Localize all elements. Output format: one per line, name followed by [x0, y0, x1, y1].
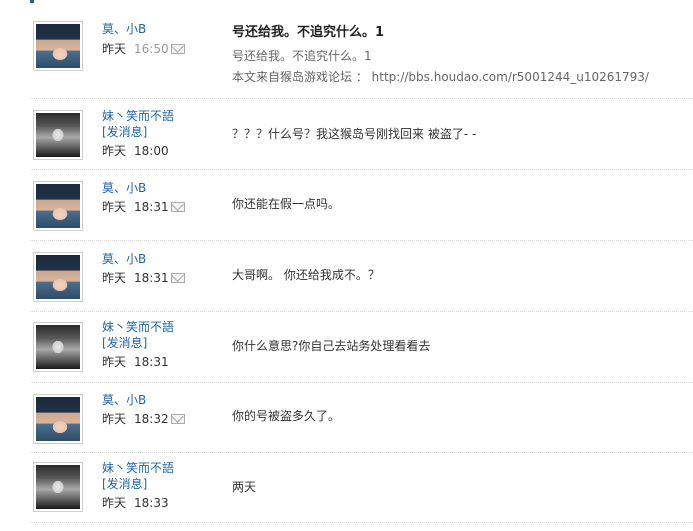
post-clock: 16:50 — [134, 42, 169, 56]
post-clock: 18:31 — [134, 271, 169, 285]
top-strip — [0, 0, 693, 6]
author-link[interactable]: 妹丶笑而不語 — [102, 319, 174, 335]
author-link[interactable]: 妹丶笑而不語 — [102, 108, 174, 124]
top-mark — [30, 0, 34, 3]
post-time: 昨天 18:00 — [102, 143, 169, 159]
post-clock: 18:00 — [134, 144, 169, 158]
post-item: 莫、小B 昨天 18:31 大哥啊。 你还给我成不。？ — [30, 241, 693, 312]
post-item: 莫、小B 昨天 18:31 你还能在假一点吗。 — [30, 170, 693, 241]
author-link[interactable]: 莫、小B — [102, 392, 146, 408]
send-message-link[interactable]: [发消息] — [102, 335, 147, 351]
post-body: ？？？什么号？我这猴岛号刚找回来 被盗了- - — [232, 127, 477, 141]
post-item: 莫、小B 昨天 16:50 号还给我。不追究什么。1 号还给我。不追究什么。1 本… — [30, 11, 693, 99]
source-url[interactable]: http://bbs.houdao.com/r5001244_u10261793… — [372, 70, 649, 84]
post-body: 你还能在假一点吗。 — [232, 197, 341, 211]
envelope-icon[interactable] — [171, 414, 185, 424]
post-day: 昨天 — [102, 144, 127, 158]
post-body: 你什么意思?你自己去站务处理看看去 — [232, 339, 431, 353]
post-clock: 18:32 — [134, 412, 169, 426]
post-clock: 18:33 — [134, 496, 169, 510]
author-link[interactable]: 莫、小B — [102, 21, 146, 37]
post-time: 昨天 18:31 — [102, 270, 169, 286]
avatar[interactable] — [33, 322, 83, 372]
post-day: 昨天 — [102, 271, 127, 285]
post-clock: 18:31 — [134, 355, 169, 369]
post-day: 昨天 — [102, 355, 127, 369]
avatar[interactable] — [33, 462, 83, 512]
avatar[interactable] — [33, 181, 83, 231]
avatar[interactable] — [33, 110, 83, 160]
post-time: 昨天 18:33 — [102, 495, 169, 511]
post-body: 大哥啊。 你还给我成不。？ — [232, 268, 380, 282]
author-link[interactable]: 莫、小B — [102, 251, 146, 267]
send-message-link[interactable]: [发消息] — [102, 476, 147, 492]
post-title: 号还给我。不追究什么。1 — [232, 25, 385, 40]
avatar[interactable] — [33, 252, 83, 302]
avatar[interactable] — [33, 394, 83, 444]
post-time: 昨天 18:31 — [102, 354, 169, 370]
post-item: 妹丶笑而不語 [发消息] 昨天 18:00 ？？？什么号？我这猴岛号刚找回来 被盗… — [30, 99, 693, 170]
envelope-icon[interactable] — [171, 273, 185, 283]
avatar[interactable] — [33, 21, 83, 71]
post-source: 本文来自猴岛游戏论坛 ： http://bbs.houdao.com/r5001… — [232, 68, 649, 86]
post-body: 你的号被盗多久了。 — [232, 409, 341, 423]
author-link[interactable]: 妹丶笑而不語 — [102, 460, 174, 476]
envelope-icon[interactable] — [171, 44, 185, 54]
message-thread: 莫、小B 昨天 16:50 号还给我。不追究什么。1 号还给我。不追究什么。1 本… — [0, 0, 693, 531]
post-clock: 18:31 — [134, 200, 169, 214]
source-prefix: 本文来自猴岛游戏论坛 ： — [232, 70, 368, 84]
post-day: 昨天 — [102, 496, 127, 510]
post-time: 昨天 18:31 — [102, 199, 169, 215]
post-item: 妹丶笑而不語 [发消息] 昨天 18:31 你什么意思?你自己去站务处理看看去 — [30, 312, 693, 383]
post-body: 号还给我。不追究什么。1 — [232, 49, 372, 63]
post-time: 昨天 18:32 — [102, 411, 169, 427]
post-item: 妹丶笑而不語 [发消息] 昨天 18:33 两天 — [30, 453, 693, 523]
post-body: 两天 — [232, 480, 257, 494]
post-item: 莫、小B 昨天 18:32 你的号被盗多久了。 — [30, 383, 693, 453]
author-link[interactable]: 莫、小B — [102, 180, 146, 196]
envelope-icon[interactable] — [171, 202, 185, 212]
post-day: 昨天 — [102, 200, 127, 214]
post-day: 昨天 — [102, 412, 127, 426]
post-day: 昨天 — [102, 42, 127, 56]
post-time: 昨天 16:50 — [102, 41, 169, 57]
send-message-link[interactable]: [发消息] — [102, 124, 147, 140]
